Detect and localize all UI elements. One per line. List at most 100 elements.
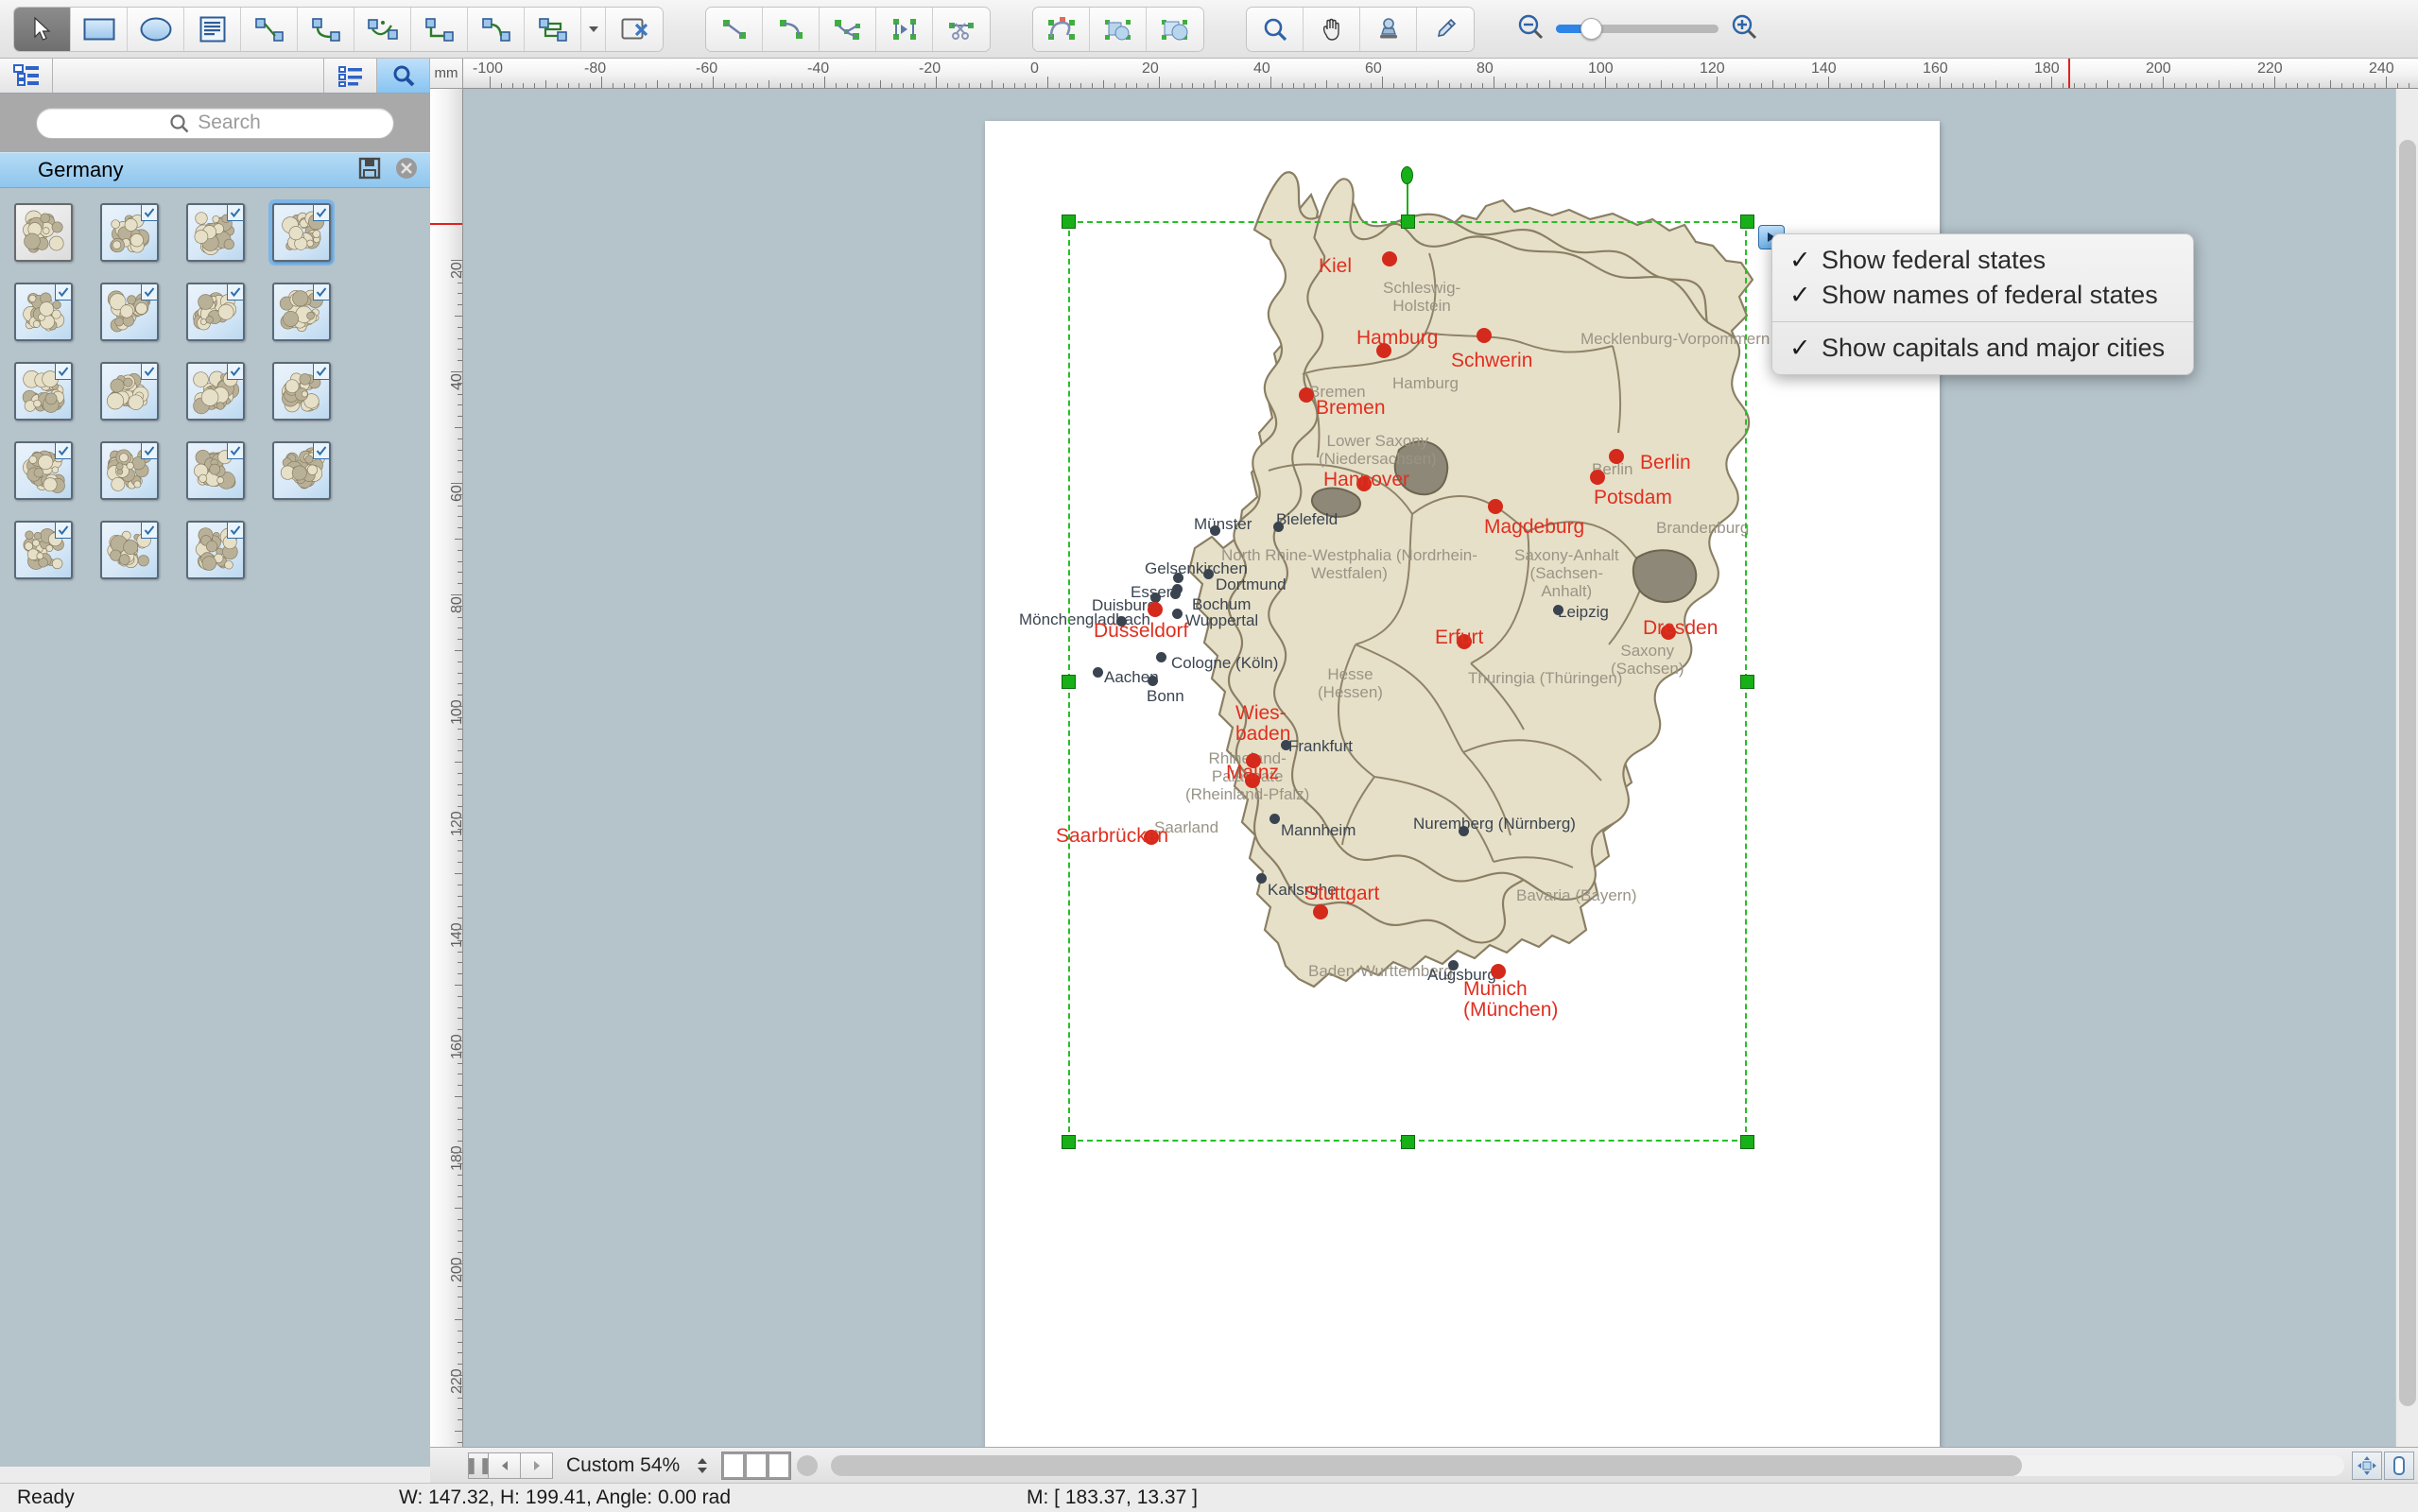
zoom-slider-knob[interactable] [1580,18,1602,40]
selection-handle-w[interactable] [1062,675,1076,689]
curved-connector-tool[interactable] [298,7,354,51]
shape-checkbox[interactable] [141,284,157,301]
shape-checkbox[interactable] [313,364,329,380]
shape-thumbnail-saxony-anhalt[interactable] [14,521,73,579]
shape-thumbnail-hamburg[interactable] [14,362,73,421]
shape-thumbnail-saarland[interactable] [186,441,245,500]
shape-item-berlin[interactable] [94,276,180,355]
shape-checkbox[interactable] [55,364,71,380]
shape-thumbnail-germany-federal-states[interactable] [100,203,159,262]
shape-thumbnail-bremen[interactable] [272,283,331,341]
connector-options-dropdown[interactable] [581,7,606,51]
shape-item-saarland[interactable] [180,435,266,514]
shape-checkbox[interactable] [141,443,157,459]
rectangle-tool[interactable] [71,7,128,51]
shape-checkbox[interactable] [227,523,243,539]
shape-item-rhineland-palatinate[interactable] [94,435,180,514]
zoom-level-value[interactable]: Custom 54% [553,1454,693,1477]
arc-segment-tool[interactable] [763,7,820,51]
horizontal-ruler[interactable]: -100 -80 -60 -40 -20 0 20 40 60 80 100 120 140 160 180… [463,59,2418,89]
shape-thumbnail-rhineland-palatinate[interactable] [100,441,159,500]
shape-item-brandenburg[interactable] [180,276,266,355]
shape-thumbnail-brandenburg[interactable] [186,283,245,341]
pan-hand-tool[interactable] [1304,7,1360,51]
zoom-level-stepper[interactable] [693,1456,712,1475]
menu-item-show-capitals-and-major-cities[interactable]: ✓ Show capitals and major cities [1772,331,2193,366]
shape-checkbox[interactable] [227,443,243,459]
pause-grip-icon[interactable]: ❚❚ [465,1452,492,1479]
shape-checkbox[interactable] [141,523,157,539]
select-tool[interactable] [14,7,71,51]
shape-thumbnail-lower-saxony[interactable] [186,362,245,421]
search-input[interactable]: Search [36,107,394,139]
page-view-single[interactable] [724,1453,744,1477]
selection-bounding-box[interactable] [1068,221,1747,1142]
shape-item-lower-saxony[interactable] [180,355,266,435]
delete-shape-tool[interactable] [606,7,663,51]
shape-item-baden-wurttemberg[interactable] [266,197,352,276]
shape-item-saxony-anhalt[interactable] [8,514,94,593]
shape-checkbox[interactable] [141,364,157,380]
page-nav-knob[interactable] [797,1454,819,1476]
close-circle-icon[interactable] [394,156,419,185]
shape-checkbox[interactable] [313,284,329,301]
sidebar-tab-outline[interactable] [0,59,53,93]
edit-path-tool[interactable] [1033,7,1090,51]
polyline-tool[interactable] [820,7,876,51]
shape-checkbox[interactable] [55,284,71,301]
shape-checkbox[interactable] [227,284,243,301]
shape-thumbnail-hesse[interactable] [100,362,159,421]
shape-item-thuringia[interactable] [180,514,266,593]
page-view-continuous[interactable] [769,1453,789,1477]
shape-options-menu[interactable]: ✓ Show federal states ✓ Show names of fe… [1771,233,2195,375]
menu-item-show-names-of-federal-states[interactable]: ✓ Show names of federal states [1772,278,2193,313]
shape-thumbnail-schleswig-holstein[interactable] [100,521,159,579]
union-shapes-tool[interactable] [1090,7,1147,51]
selection-handle-e[interactable] [1740,675,1754,689]
fit-width-button[interactable] [2384,1451,2414,1480]
vertical-scrollbar-thumb[interactable] [2399,140,2416,1406]
ellipse-tool[interactable] [128,7,184,51]
sidebar-tab-list[interactable] [324,59,377,93]
page-view-double[interactable] [747,1453,767,1477]
shape-thumbnail-berlin[interactable] [100,283,159,341]
selection-handle-s[interactable] [1401,1135,1415,1149]
right-angle-connector-tool[interactable] [411,7,468,51]
shape-item-bavaria[interactable] [8,276,94,355]
shape-checkbox[interactable] [227,205,243,221]
shape-item-germany-federal-states[interactable] [94,197,180,276]
rounded-connector-tool[interactable] [525,7,581,51]
arc-connector-tool[interactable] [354,7,411,51]
shape-item-europe-overview[interactable] [8,197,94,276]
shape-thumbnail-bavaria[interactable] [14,283,73,341]
zoom-out-icon[interactable] [1516,12,1545,45]
save-disk-icon[interactable] [358,157,381,184]
line-segment-tool[interactable] [706,7,763,51]
cut-path-tool[interactable] [933,7,990,51]
selection-handle-se[interactable] [1740,1135,1754,1149]
sidebar-tab-search[interactable] [377,59,430,93]
shape-thumbnail-europe-overview[interactable] [14,203,73,262]
shape-item-germany-districts[interactable] [180,197,266,276]
shape-item-schleswig-holstein[interactable] [94,514,180,593]
stamp-tool[interactable] [1360,7,1417,51]
horizontal-scrollbar-thumb[interactable] [831,1454,2023,1476]
shape-checkbox[interactable] [227,364,243,380]
shape-checkbox[interactable] [55,443,71,459]
eyedropper-tool[interactable] [1417,7,1474,51]
shape-checkbox[interactable] [313,443,329,459]
shape-item-mecklenburg-vorpommern[interactable] [266,355,352,435]
menu-item-show-federal-states[interactable]: ✓ Show federal states [1772,243,2193,278]
shape-thumbnail-north-rhine-westphalia[interactable] [14,441,73,500]
rotation-handle[interactable] [1401,166,1413,184]
subtract-shapes-tool[interactable] [1147,7,1203,51]
next-page-button[interactable] [521,1452,553,1479]
canvas-horizontal-scrollbar[interactable] [831,1454,2344,1476]
shape-thumbnail-mecklenburg-vorpommern[interactable] [272,362,331,421]
shape-checkbox[interactable] [313,205,329,221]
zoom-in-icon[interactable] [1730,12,1758,45]
selection-handle-nw[interactable] [1062,215,1076,229]
zoom-tool[interactable] [1247,7,1304,51]
page-view-mode-group[interactable] [721,1451,792,1480]
text-block-tool[interactable] [184,7,241,51]
